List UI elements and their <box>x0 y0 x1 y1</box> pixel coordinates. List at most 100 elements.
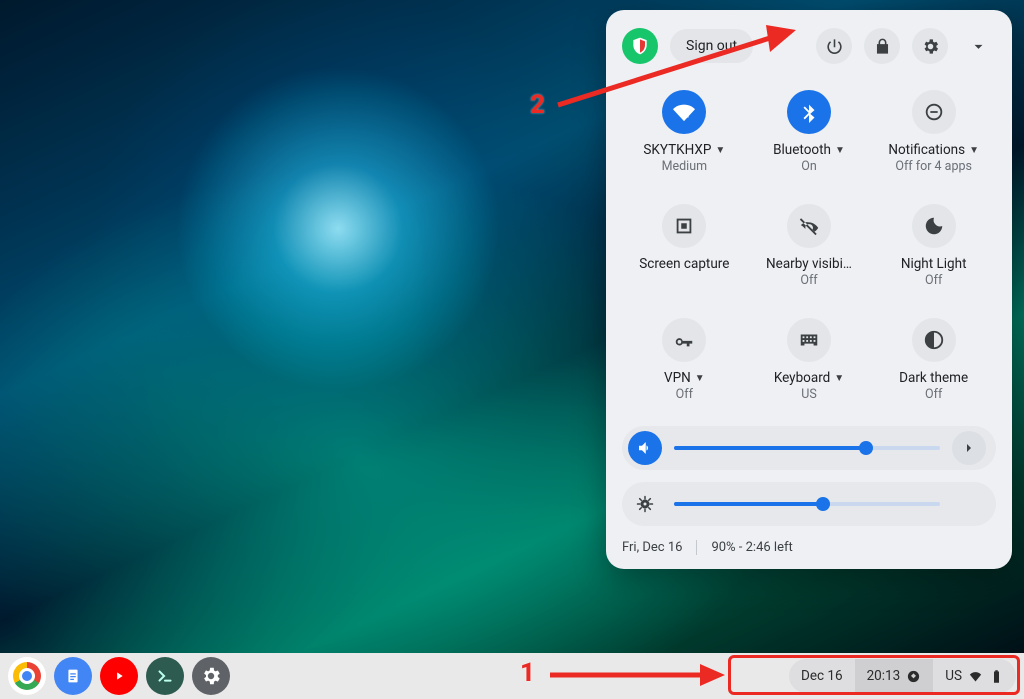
tile-bluetooth-title: Bluetooth <box>773 142 831 158</box>
audio-settings-button[interactable] <box>952 431 986 465</box>
tile-nearby[interactable]: Nearby visibi… Off <box>747 204 872 288</box>
tile-dark-theme[interactable]: Dark theme Off <box>871 318 996 402</box>
footer-separator <box>696 540 697 555</box>
tile-night-light-toggle[interactable] <box>912 204 956 248</box>
tile-keyboard-title: Keyboard <box>774 370 830 386</box>
tile-notifications-title: Notifications <box>888 142 965 158</box>
caret-icon: ▼ <box>715 145 725 156</box>
shelf: Dec 16 20:13 US <box>0 653 1024 699</box>
quick-settings-tiles: SKYTKHXP ▼ Medium Bluetooth ▼ On Notificat… <box>622 90 996 402</box>
brightness-track[interactable] <box>674 502 940 506</box>
annotation-label-2: 2 <box>530 90 545 120</box>
user-avatar[interactable] <box>622 28 658 64</box>
tile-nearby-sub: Off <box>800 273 817 288</box>
tile-wifi-title: SKYTKHXP <box>643 142 711 158</box>
tray-ime: US <box>945 668 962 684</box>
tile-night-light-title: Night Light <box>901 256 967 272</box>
notification-indicator-icon <box>906 669 921 684</box>
tray-status[interactable]: US <box>933 659 1016 693</box>
tile-nearby-title: Nearby visibi… <box>766 256 852 272</box>
panel-footer: Fri, Dec 16 90% - 2:46 left <box>622 540 996 555</box>
chrome-icon <box>13 662 41 690</box>
tile-bluetooth[interactable]: Bluetooth ▼ On <box>747 90 872 174</box>
tile-dark-theme-title: Dark theme <box>899 370 968 386</box>
collapse-button[interactable] <box>960 28 996 64</box>
power-icon <box>825 37 844 56</box>
tile-dark-theme-sub: Off <box>925 387 942 402</box>
dark-theme-icon <box>923 329 945 351</box>
tray-time: 20:13 <box>867 668 901 684</box>
tile-nearby-toggle[interactable] <box>787 204 831 248</box>
night-light-icon <box>923 215 945 237</box>
power-button[interactable] <box>816 28 852 64</box>
app-google-docs[interactable] <box>54 657 92 695</box>
tile-wifi-sub: Medium <box>662 159 707 174</box>
tile-vpn-toggle[interactable] <box>662 318 706 362</box>
footer-date: Fri, Dec 16 <box>622 540 682 555</box>
tile-keyboard-toggle[interactable] <box>787 318 831 362</box>
screen-capture-icon <box>673 215 695 237</box>
gear-icon <box>200 665 222 687</box>
panel-header: Sign out <box>622 24 996 68</box>
brightness-slider[interactable] <box>622 482 996 526</box>
vpn-key-icon <box>673 329 695 351</box>
tile-keyboard[interactable]: Keyboard ▼ US <box>747 318 872 402</box>
gear-icon <box>921 37 940 56</box>
wifi-icon <box>968 669 983 684</box>
tile-screen-capture-title: Screen capture <box>639 256 729 272</box>
wifi-icon <box>673 101 695 123</box>
tile-vpn[interactable]: VPN ▼ Off <box>622 318 747 402</box>
tile-wifi[interactable]: SKYTKHXP ▼ Medium <box>622 90 747 174</box>
lock-icon <box>873 37 892 56</box>
terminal-icon <box>154 665 176 687</box>
volume-slider[interactable] <box>622 426 996 470</box>
dnd-icon <box>923 101 945 123</box>
battery-icon <box>989 669 1004 684</box>
volume-icon[interactable] <box>628 431 662 465</box>
tray-date[interactable]: Dec 16 <box>789 659 855 693</box>
tile-keyboard-sub: US <box>801 387 817 402</box>
tile-screen-capture-toggle[interactable] <box>662 204 706 248</box>
tile-dark-theme-toggle[interactable] <box>912 318 956 362</box>
system-tray[interactable]: Dec 16 20:13 US <box>789 658 1016 694</box>
chevron-down-icon <box>969 37 988 56</box>
tile-bluetooth-toggle[interactable] <box>787 90 831 134</box>
brightness-icon[interactable] <box>628 487 662 521</box>
tile-night-light-sub: Off <box>925 273 942 288</box>
quick-settings-panel: Sign out SKYTKHXP▼ Medium Bluetoot <box>606 10 1012 569</box>
annotation-label-1: 1 <box>520 658 535 688</box>
tile-vpn-sub: Off <box>676 387 693 402</box>
shield-icon <box>630 36 650 56</box>
tile-notifications[interactable]: Notifications ▼ Off for 4 apps <box>871 90 996 174</box>
tile-notifications-toggle[interactable] <box>912 90 956 134</box>
settings-button[interactable] <box>912 28 948 64</box>
tile-notifications-sub: Off for 4 apps <box>895 159 972 174</box>
lock-button[interactable] <box>864 28 900 64</box>
tile-vpn-title: VPN <box>664 370 691 386</box>
tray-time-notifications[interactable]: 20:13 <box>855 659 934 693</box>
tile-screen-capture[interactable]: Screen capture <box>622 204 747 288</box>
visibility-off-icon <box>798 215 820 237</box>
caret-icon: ▼ <box>834 373 844 384</box>
shelf-apps <box>8 657 230 695</box>
app-terminal[interactable] <box>146 657 184 695</box>
app-chrome[interactable] <box>8 657 46 695</box>
tile-night-light[interactable]: Night Light Off <box>871 204 996 288</box>
volume-track[interactable] <box>674 446 940 450</box>
keyboard-icon <box>798 329 820 351</box>
tile-wifi-toggle[interactable] <box>662 90 706 134</box>
caret-icon: ▼ <box>969 145 979 156</box>
sign-out-label: Sign out <box>686 38 737 54</box>
caret-icon: ▼ <box>695 373 705 384</box>
caret-icon: ▼ <box>835 145 845 156</box>
bluetooth-icon <box>798 101 820 123</box>
tile-bluetooth-sub: On <box>801 159 817 174</box>
app-youtube[interactable] <box>100 657 138 695</box>
chevron-right-icon <box>961 440 977 456</box>
sign-out-button[interactable]: Sign out <box>670 29 753 63</box>
youtube-icon <box>108 665 130 687</box>
docs-icon <box>62 665 84 687</box>
sliders-section <box>622 426 996 526</box>
footer-battery: 90% - 2:46 left <box>711 540 792 555</box>
app-settings[interactable] <box>192 657 230 695</box>
